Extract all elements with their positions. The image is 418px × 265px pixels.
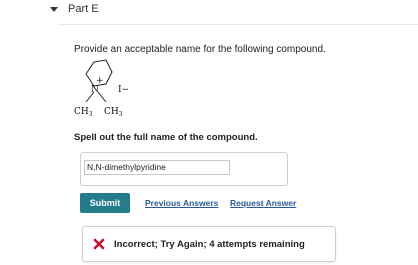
left-methyl-label: CH3 bbox=[74, 107, 93, 118]
bond-right bbox=[97, 91, 107, 103]
x-icon bbox=[93, 238, 105, 250]
answer-input[interactable]: N,N-dimethylpyridine bbox=[84, 160, 230, 175]
instruction-text: Spell out the full name of the compound. bbox=[74, 132, 258, 143]
feedback-text: Incorrect; Try Again; 4 attempts remaini… bbox=[114, 238, 305, 250]
right-methyl-label: CH3 bbox=[104, 107, 123, 118]
divider bbox=[58, 24, 418, 25]
previous-answers-link[interactable]: Previous Answers bbox=[145, 198, 218, 208]
feedback-box: Incorrect; Try Again; 4 attempts remaini… bbox=[82, 226, 336, 262]
nitrogen-label: N bbox=[91, 85, 99, 95]
request-answer-link[interactable]: Request Answer bbox=[230, 198, 296, 208]
counterion-label: I− bbox=[118, 85, 129, 95]
submit-button[interactable]: Submit bbox=[80, 193, 130, 213]
question-prompt: Provide an acceptable name for the follo… bbox=[74, 44, 326, 55]
answer-box: N,N-dimethylpyridine bbox=[80, 152, 288, 186]
collapse-caret-icon[interactable] bbox=[50, 6, 58, 12]
molecule-structure: + N I− CH3 CH3 bbox=[74, 59, 129, 118]
part-label: Part E bbox=[68, 3, 99, 15]
part-header[interactable]: Part E bbox=[50, 3, 99, 15]
